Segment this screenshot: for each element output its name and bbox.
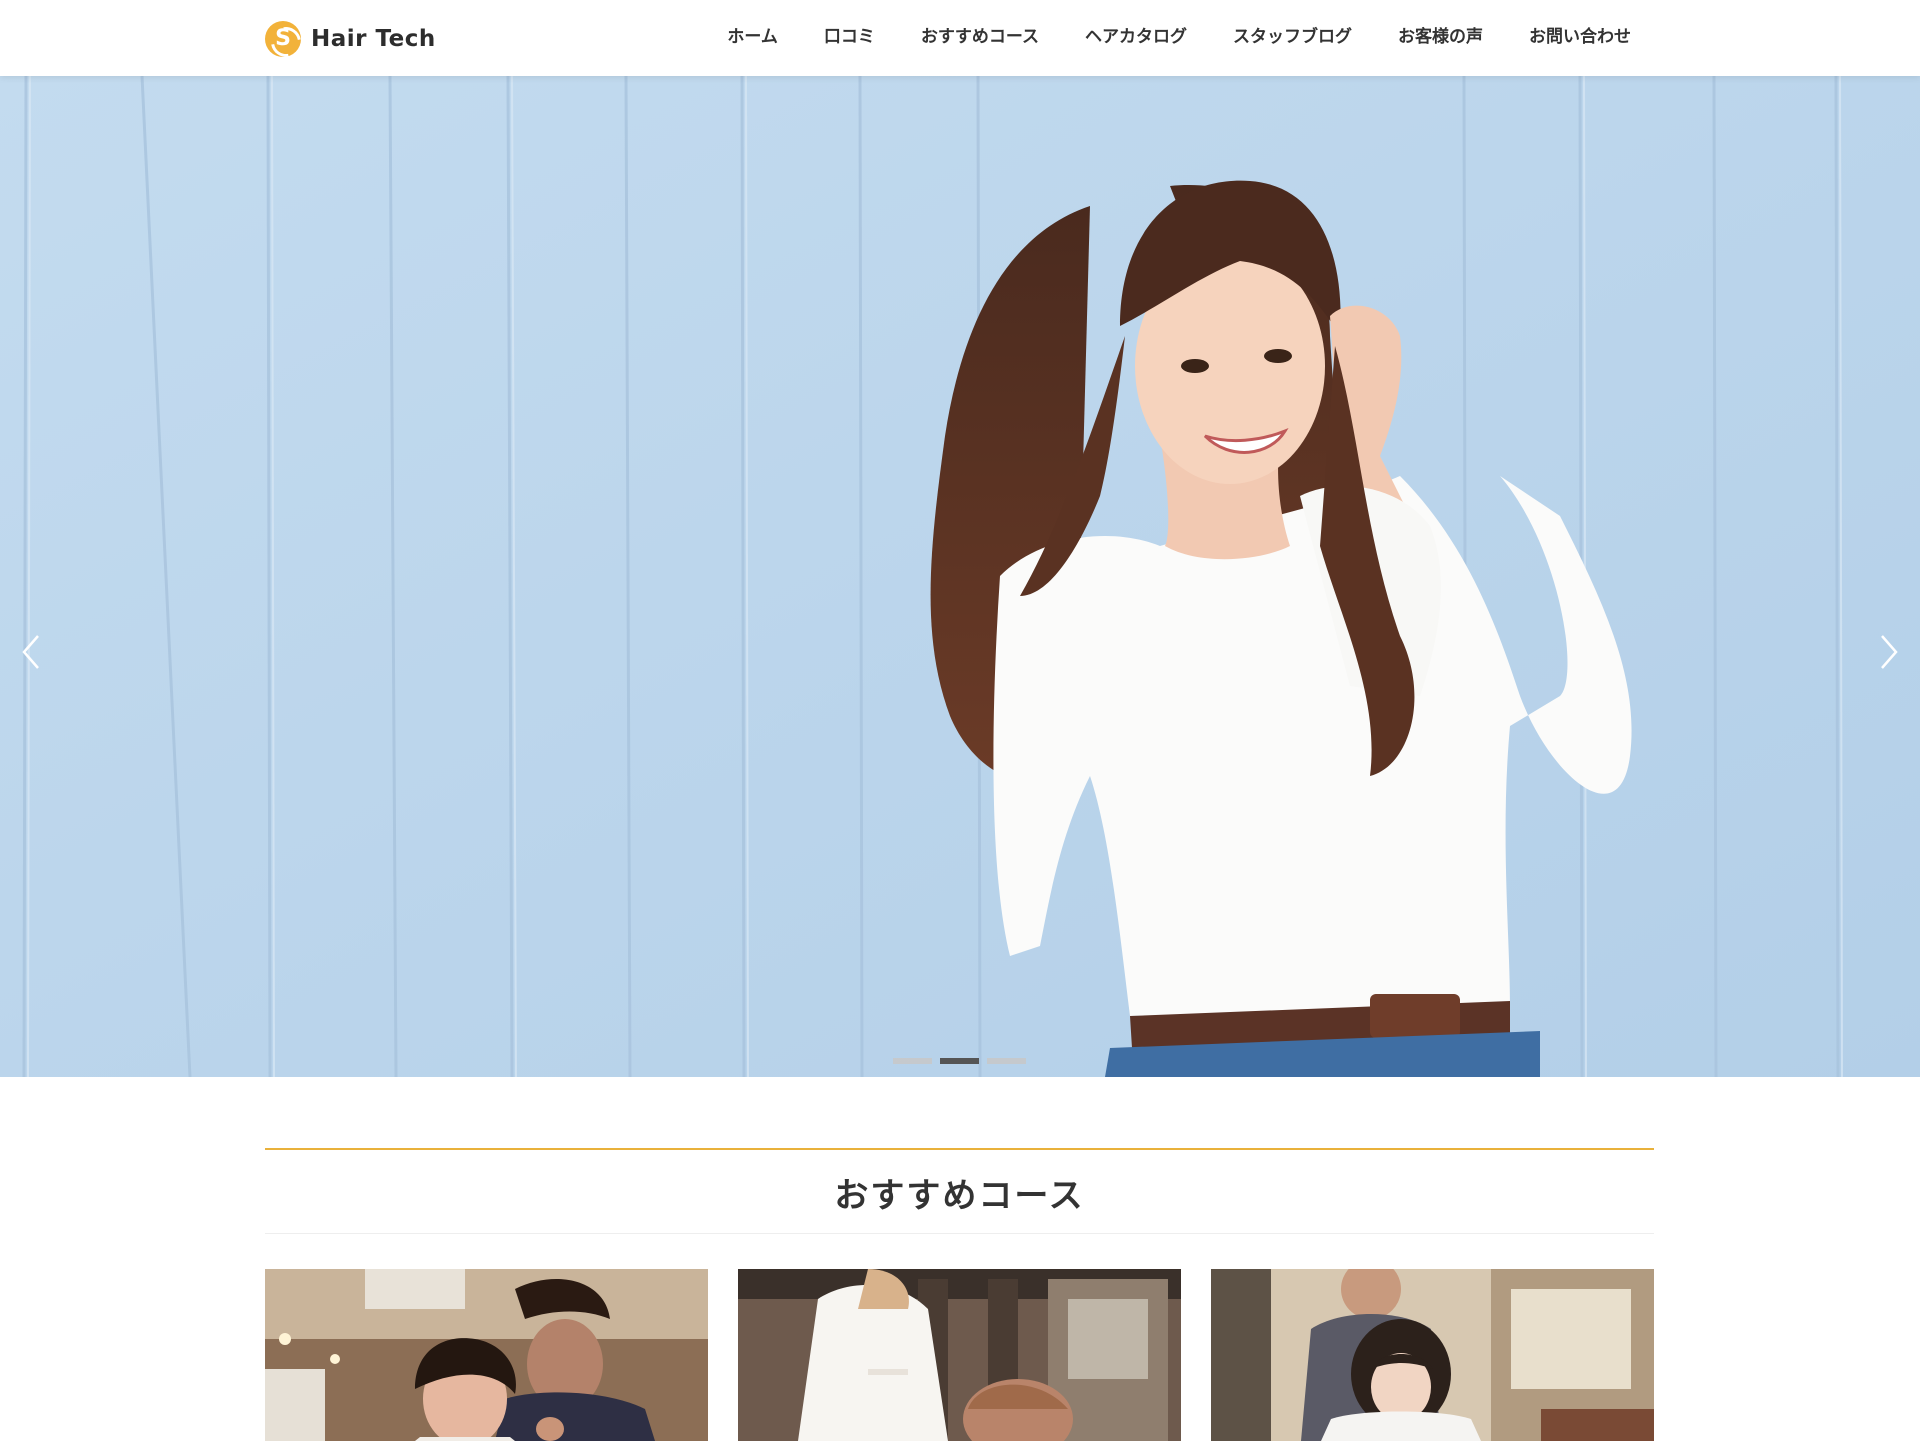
slider-dot-1[interactable] — [893, 1058, 932, 1064]
course-card-3[interactable] — [1211, 1269, 1654, 1441]
nav-item-staff-blog[interactable]: スタッフブログ — [1233, 26, 1352, 48]
hero-image — [0, 76, 1920, 1077]
slider-pagination — [893, 1058, 1026, 1064]
slider-next-button[interactable] — [1870, 632, 1906, 672]
slider-prev-button[interactable] — [14, 632, 50, 672]
chevron-right-icon — [1881, 635, 1898, 669]
chevron-left-icon — [22, 635, 39, 669]
course-card-image — [1211, 1269, 1654, 1441]
logo-text: Hair Tech — [311, 26, 436, 52]
course-card-2[interactable] — [738, 1269, 1181, 1441]
nav-item-hair-catalog[interactable]: ヘアカタログ — [1085, 26, 1187, 48]
logo-icon: S — [265, 21, 301, 57]
nav-item-home[interactable]: ホーム — [727, 26, 778, 48]
section-accent-rule — [265, 1148, 1654, 1150]
section-title: おすすめコース — [834, 1176, 1085, 1216]
course-cards — [265, 1269, 1654, 1441]
logo-mark-letter: S — [275, 26, 291, 51]
course-card-1[interactable] — [265, 1269, 708, 1441]
site-header: S Hair Tech ホーム 口コミ おすすめコース ヘアカタログ スタッフブ… — [0, 0, 1920, 76]
nav-item-contact[interactable]: お問い合わせ — [1529, 26, 1631, 48]
course-card-image — [265, 1269, 708, 1441]
hero-slider — [0, 76, 1920, 1077]
course-card-image — [738, 1269, 1181, 1441]
slider-dot-2[interactable] — [940, 1058, 979, 1064]
nav-item-reviews[interactable]: 口コミ — [824, 26, 875, 48]
site-logo[interactable]: S Hair Tech — [265, 20, 436, 58]
main-nav: ホーム 口コミ おすすめコース ヘアカタログ スタッフブログ お客様の声 お問い… — [727, 26, 1631, 48]
slider-dot-3[interactable] — [987, 1058, 1026, 1064]
section-divider — [265, 1233, 1654, 1234]
nav-item-recommended-courses[interactable]: おすすめコース — [921, 26, 1039, 48]
nav-item-customer-voices[interactable]: お客様の声 — [1398, 26, 1483, 48]
